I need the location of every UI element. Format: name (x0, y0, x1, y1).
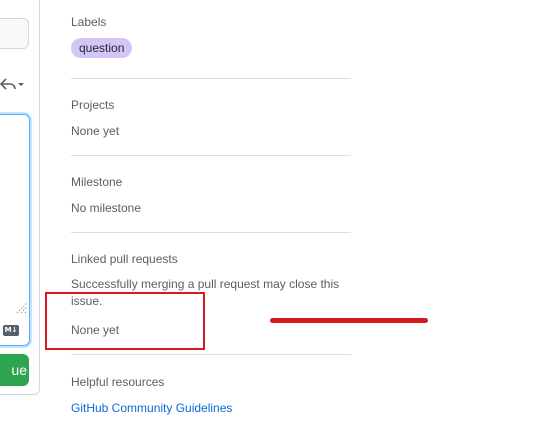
community-guidelines-link[interactable]: GitHub Community Guidelines (71, 401, 232, 415)
projects-value: None yet (71, 124, 120, 138)
milestone-value: No milestone (71, 201, 142, 215)
label-question[interactable]: question (71, 38, 133, 58)
divider (71, 155, 351, 156)
resize-handle-icon[interactable] (16, 302, 28, 314)
annotation-underline (270, 318, 428, 323)
chevron-down-icon (18, 83, 24, 86)
title-input[interactable] (0, 18, 29, 49)
divider (71, 232, 351, 233)
comment-editor-panel: M↓ ue (0, 0, 40, 395)
annotation-highlight-box (45, 292, 205, 350)
divider (71, 354, 351, 355)
divider (71, 78, 351, 79)
projects-heading[interactable]: Projects (71, 98, 114, 112)
reply-dropdown[interactable] (0, 75, 25, 93)
helpful-resources-heading: Helpful resources (71, 375, 165, 389)
undo-icon (0, 78, 24, 90)
milestone-heading[interactable]: Milestone (71, 175, 122, 189)
labels-heading: Labels (71, 15, 107, 29)
markdown-icon: M↓ (3, 325, 19, 336)
submit-issue-label: ue (11, 362, 27, 378)
linked-pull-requests-heading[interactable]: Linked pull requests (71, 252, 178, 266)
submit-issue-button[interactable]: ue (0, 354, 29, 386)
